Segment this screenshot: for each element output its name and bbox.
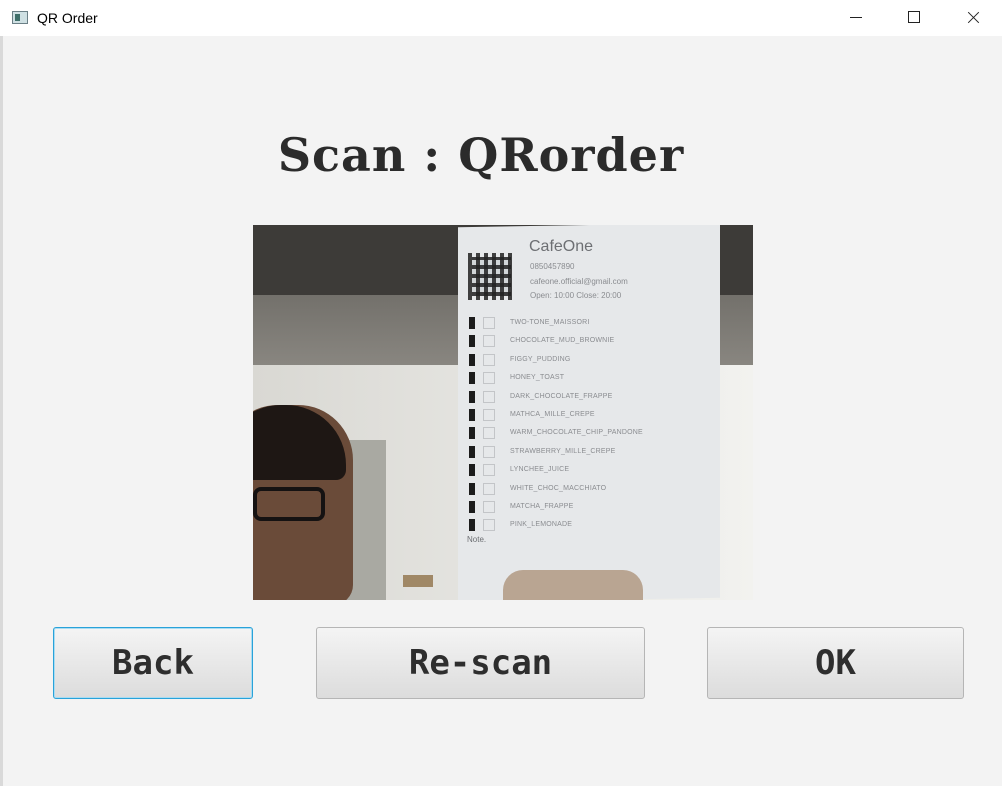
menu-row-marker: [469, 519, 475, 532]
menu-item: TWO-TONE_MAISSORI: [510, 319, 590, 326]
cafe-name: CafeOne: [529, 238, 594, 255]
menu-item: WHITE_CHOC_MACCHIATO: [510, 484, 607, 492]
ok-button[interactable]: OK: [707, 627, 964, 699]
maximize-icon[interactable]: [885, 0, 943, 36]
menu-row-checkbox: [483, 519, 495, 532]
menu-row-checkbox: [483, 353, 495, 366]
menu-row-marker: [469, 445, 475, 458]
cafe-email: cafeone.official@gmail.com: [530, 277, 628, 286]
menu-row-checkbox: [483, 427, 495, 440]
menu-item: STRAWBERRY_MILLE_CREPE: [510, 447, 616, 455]
menu-note: Note.: [467, 535, 487, 544]
menu-row-checkbox: [483, 482, 495, 495]
menu-row-marker: [469, 501, 475, 513]
menu-row-marker: [469, 482, 475, 495]
camera-preview: CafeOne 0850457890 cafeone.official@gmai…: [253, 225, 753, 600]
menu-row-marker: [469, 409, 475, 421]
menu-item: FIGGY_PUDDING: [510, 355, 571, 363]
menu-item: WARM_CHOCOLATE_CHIP_PANDONE: [510, 429, 643, 437]
menu-row-marker: [469, 390, 475, 403]
menu-row-checkbox: [483, 445, 495, 458]
menu-row-marker: [469, 372, 475, 385]
rescan-button[interactable]: Re-scan: [316, 627, 645, 699]
menu-item: HONEY_TOAST: [510, 374, 565, 382]
shelf-object: [403, 575, 433, 587]
menu-row-checkbox: [483, 317, 495, 329]
menu-row-checkbox: [483, 390, 495, 403]
menu-row-marker: [469, 335, 475, 348]
back-button[interactable]: Back: [53, 627, 253, 699]
cafe-hours: Open: 10:00 Close: 20:00: [530, 291, 622, 300]
cafe-phone: 0850457890: [530, 262, 575, 271]
glasses: [253, 487, 325, 521]
menu-row-checkbox: [483, 501, 495, 513]
menu-item: MATCHA_FRAPPE: [510, 503, 574, 510]
page-title: Scan : QRorder: [277, 128, 685, 182]
menu-item: LYNCHEE_JUICE: [510, 466, 570, 474]
menu-row-marker: [469, 317, 475, 329]
minimize-icon[interactable]: [827, 0, 885, 36]
menu-row-checkbox: [483, 409, 495, 421]
window-title: QR Order: [37, 10, 98, 26]
menu-item: DARK_CHOCOLATE_FRAPPE: [510, 392, 613, 400]
app-icon: [12, 11, 28, 24]
menu-row-marker: [469, 427, 475, 440]
menu-row-marker: [469, 464, 475, 477]
menu-row-marker: [469, 353, 475, 366]
menu-row-checkbox: [483, 464, 495, 477]
hand: [503, 570, 643, 600]
menu-item: MATHCA_MILLE_CREPE: [510, 411, 595, 418]
window-titlebar: QR Order: [0, 0, 1002, 36]
menu-row-checkbox: [483, 335, 495, 348]
menu-item: CHOCOLATE_MUD_BROWNIE: [510, 337, 615, 345]
menu-row-checkbox: [483, 372, 495, 385]
close-icon[interactable]: [944, 0, 1002, 36]
qr-code-icon: [468, 253, 515, 300]
menu-item: PINK_LEMONADE: [510, 521, 573, 529]
